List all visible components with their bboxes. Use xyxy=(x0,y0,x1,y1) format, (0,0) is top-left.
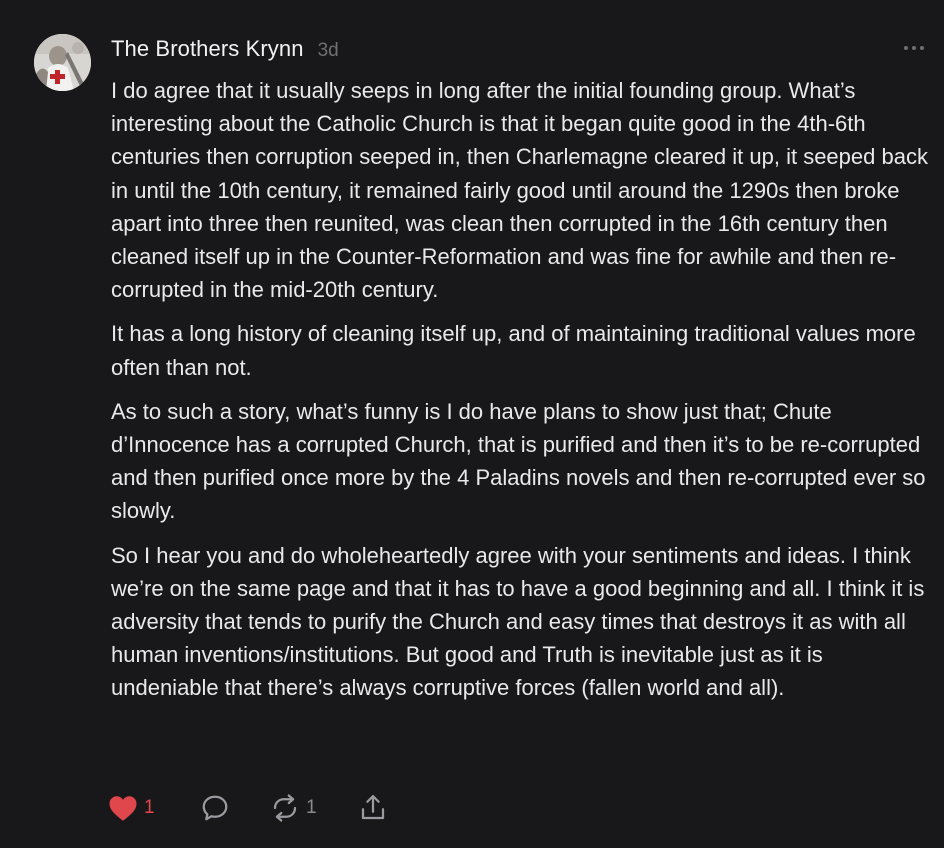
comment-paragraph: It has a long history of cleaning itself… xyxy=(111,321,916,380)
comment-paragraph: I do agree that it usually seeps in long… xyxy=(111,78,928,303)
comment-body: I do agree that it usually seeps in long… xyxy=(111,74,933,705)
comment-paragraph: So I hear you and do wholeheartedly agre… xyxy=(111,542,925,701)
like-button[interactable]: 1 xyxy=(108,790,200,826)
reply-button[interactable] xyxy=(200,790,270,826)
heart-icon xyxy=(109,795,137,821)
avatar-image xyxy=(34,34,91,91)
comment-header: The Brothers Krynn 3d xyxy=(111,36,339,66)
restack-arrows-icon xyxy=(273,794,297,822)
avatar[interactable] xyxy=(34,34,91,91)
comment-timestamp[interactable]: 3d xyxy=(318,40,339,62)
comment-bubble-icon xyxy=(202,795,228,821)
restack-count: 1 xyxy=(306,797,317,818)
author-name[interactable]: The Brothers Krynn xyxy=(111,36,304,62)
share-upload-icon xyxy=(361,795,385,820)
more-horizontal-icon xyxy=(904,46,924,50)
comment-paragraph: As to such a story, what’s funny is I do… xyxy=(111,398,926,524)
more-options-button[interactable] xyxy=(902,36,926,60)
like-count: 1 xyxy=(144,797,155,818)
share-button[interactable] xyxy=(358,790,398,826)
restack-button[interactable]: 1 xyxy=(270,790,358,826)
comment-actions: 1 1 xyxy=(108,790,398,826)
